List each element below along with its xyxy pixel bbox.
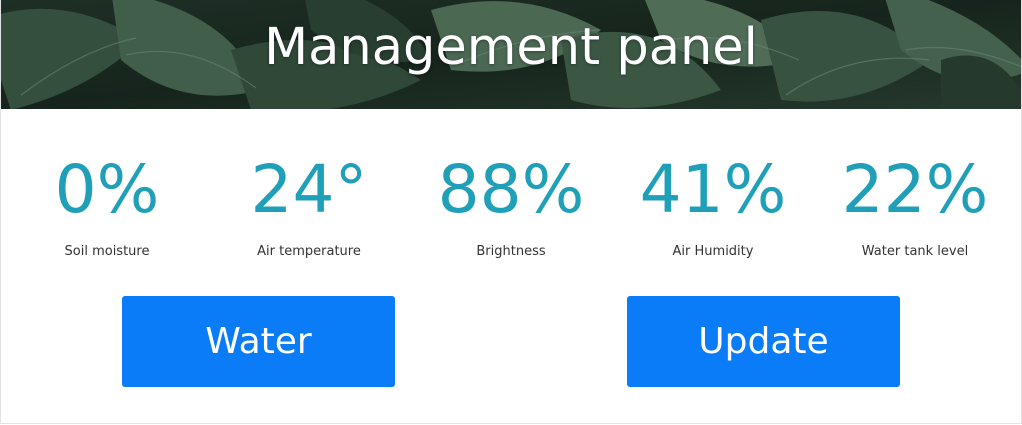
stat-air-temperature: 24° Air temperature — [209, 150, 409, 260]
stat-value: 22% — [841, 151, 989, 228]
stat-label: Water tank level — [861, 244, 969, 259]
stat-brightness: 88% Brightness — [411, 150, 611, 260]
header-banner: Management panel — [1, 0, 1021, 109]
stat-value: 41% — [639, 151, 787, 228]
sensor-stats: 0% Soil moisture 24° Air temperature 88%… — [1, 150, 1021, 270]
stat-air-humidity: 41% Air Humidity — [613, 150, 813, 260]
management-panel: Management panel 0% Soil moisture 24° Ai… — [0, 0, 1022, 424]
page-title: Management panel — [264, 18, 758, 77]
stat-value: 88% — [437, 151, 585, 228]
stat-label: Air Humidity — [672, 244, 754, 259]
stat-label: Air temperature — [257, 244, 361, 259]
stat-water-tank-level: 22% Water tank level — [815, 150, 1015, 260]
stat-label: Soil moisture — [64, 244, 150, 259]
water-button[interactable]: Water — [122, 296, 395, 387]
stat-value: 0% — [54, 151, 160, 228]
stat-value: 24° — [250, 151, 368, 228]
stat-label: Brightness — [476, 244, 546, 259]
update-button[interactable]: Update — [627, 296, 900, 387]
stat-soil-moisture: 0% Soil moisture — [7, 150, 207, 260]
